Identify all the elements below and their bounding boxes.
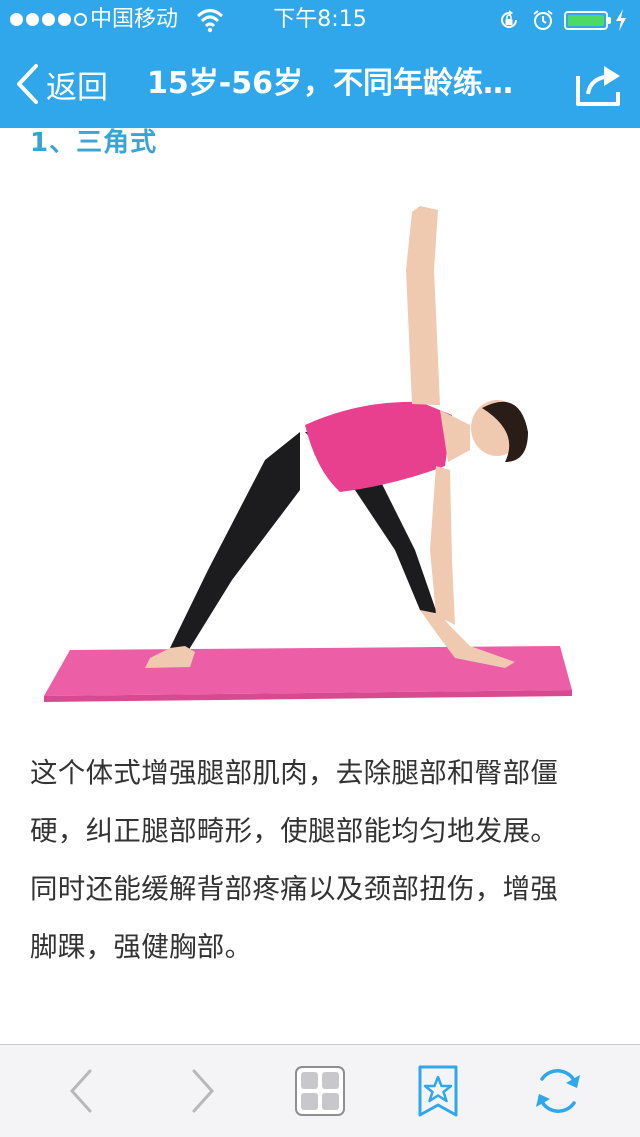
yoga-pose-image [44,206,572,702]
star-bookmark-icon[interactable] [410,1063,466,1119]
charging-icon [616,9,626,31]
back-label: 返回 [46,69,108,106]
paragraph-line: 这个体式增强腿部肌肉，去除腿部和臀部僵 [30,757,559,789]
share-icon[interactable] [574,62,624,108]
browser-toolbar [0,1044,640,1137]
refresh-icon[interactable] [530,1063,586,1119]
chevron-right-icon[interactable] [174,1063,230,1119]
chevron-left-icon [17,64,38,104]
status-bar: 中国移动 下午8:15 [0,0,640,40]
alarm-icon [533,10,553,30]
battery-icon [564,11,611,30]
navigation-bar: 返回 15岁-56岁，不同年龄练… [0,40,640,128]
back-button[interactable]: 返回 [14,56,108,112]
rotation-lock-icon [501,10,517,28]
chevron-left-icon[interactable] [54,1063,110,1119]
top-bar: 中国移动 下午8:15 返回 15岁-56岁，不同年龄练… [0,0,640,128]
article-paragraph: 这个体式增强腿部肌肉，去除腿部和臀部僵 硬，纠正腿部畸形，使腿部能均匀地发展。 … [30,744,615,976]
page-title: 15岁-56岁，不同年龄练… [147,66,513,101]
paragraph-line: 脚踝，强健胸部。 [30,931,253,963]
paragraph-line: 硬，纠正腿部畸形，使腿部能均匀地发展。 [30,815,559,847]
paragraph-line: 同时还能缓解背部疼痛以及颈部扭伤，增强 [30,873,559,905]
grid-icon[interactable] [292,1063,348,1119]
battery-fill [568,15,604,26]
